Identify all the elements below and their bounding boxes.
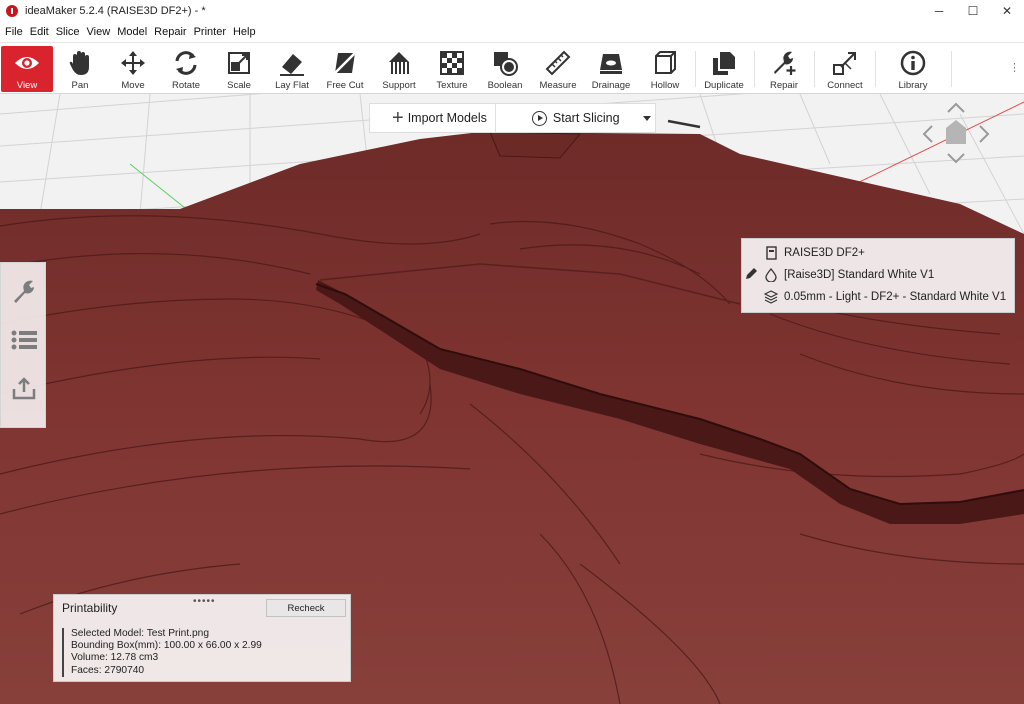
- model-list-button[interactable]: [9, 325, 39, 355]
- close-button[interactable]: ✕: [990, 0, 1024, 22]
- wrench-icon: [14, 280, 34, 303]
- hand-icon: [67, 50, 93, 76]
- profile-name: 0.05mm - Light - DF2+ - Standard White V…: [784, 291, 1007, 303]
- lay-flat-icon: [279, 50, 305, 76]
- volume-text: Volume: 12.78 cm3: [71, 652, 159, 664]
- printer-name: RAISE3D DF2+: [784, 247, 865, 259]
- layers-icon: [764, 290, 778, 304]
- menu-repair[interactable]: Repair: [154, 26, 186, 38]
- wrench-plus-icon: [771, 50, 797, 76]
- measure-tool-button[interactable]: Measure: [532, 46, 584, 92]
- menu-help[interactable]: Help: [233, 26, 256, 38]
- printer-icon: [764, 246, 778, 260]
- list-icon: [11, 330, 37, 350]
- plus-icon: +: [392, 107, 404, 129]
- toolbar-overflow-icon[interactable]: ⋮: [1009, 61, 1020, 74]
- menu-file[interactable]: File: [5, 26, 23, 38]
- printability-title: Printability: [62, 601, 118, 615]
- settings-wrench-button[interactable]: [9, 277, 39, 307]
- move-arrows-icon: [120, 50, 146, 76]
- view-down-icon[interactable]: [947, 153, 965, 164]
- edit-pencil-icon[interactable]: [744, 267, 758, 284]
- eye-icon: [14, 50, 40, 76]
- pan-tool-button[interactable]: Pan: [54, 46, 106, 92]
- minimize-button[interactable]: ─: [922, 0, 956, 22]
- boolean-icon: [492, 50, 518, 76]
- rotate-tool-button[interactable]: Rotate: [160, 46, 212, 92]
- play-circle-icon: [531, 110, 547, 126]
- free-cut-tool-button[interactable]: Free Cut: [319, 46, 371, 92]
- profile-row[interactable]: 0.05mm - Light - DF2+ - Standard White V…: [764, 290, 1006, 304]
- library-tool-button[interactable]: Library: [887, 46, 939, 92]
- slicing-dropdown-icon[interactable]: [643, 116, 651, 121]
- view-left-icon[interactable]: [922, 125, 933, 143]
- hollow-icon: [652, 50, 678, 76]
- bounding-box-text: Bounding Box(mm): 100.00 x 66.00 x 2.99: [71, 640, 262, 652]
- scale-tool-button[interactable]: Scale: [213, 46, 265, 92]
- window-title: ideaMaker 5.2.4 (RAISE3D DF2+) - *: [25, 5, 206, 17]
- printer-row[interactable]: RAISE3D DF2+: [764, 246, 865, 260]
- 3d-viewport[interactable]: + Import Models Start Slicing RAISE3D DF…: [0, 94, 1024, 704]
- move-tool-button[interactable]: Move: [107, 46, 159, 92]
- side-panel: [0, 262, 46, 428]
- maximize-button[interactable]: ☐: [956, 0, 990, 22]
- hollow-tool-button[interactable]: Hollow: [639, 46, 691, 92]
- connect-tool-button[interactable]: Connect: [819, 46, 871, 92]
- info-icon: [900, 50, 926, 76]
- toolbar: View Pan Move Rotate Scale Lay Flat Free…: [0, 42, 1024, 94]
- menu-edit[interactable]: Edit: [30, 26, 49, 38]
- menu-bar: File Edit Slice View Model Repair Printe…: [0, 22, 1024, 42]
- free-cut-icon: [332, 50, 358, 76]
- printer-info-panel: RAISE3D DF2+ [Raise3D] Standard White V1…: [741, 238, 1015, 313]
- menu-view[interactable]: View: [87, 26, 111, 38]
- support-icon: [386, 50, 412, 76]
- slice-bar: + Import Models Start Slicing: [369, 103, 656, 133]
- drainage-icon: [598, 50, 624, 76]
- import-models-button[interactable]: + Import Models: [370, 104, 487, 132]
- lay-flat-tool-button[interactable]: Lay Flat: [266, 46, 318, 92]
- menu-model[interactable]: Model: [117, 26, 147, 38]
- recheck-button[interactable]: Recheck: [266, 599, 346, 617]
- menu-printer[interactable]: Printer: [194, 26, 226, 38]
- view-up-icon[interactable]: [947, 102, 965, 113]
- connect-icon: [832, 50, 858, 76]
- view-tool-button[interactable]: View: [1, 46, 53, 92]
- texture-tool-button[interactable]: Texture: [426, 46, 478, 92]
- drainage-tool-button[interactable]: Drainage: [585, 46, 637, 92]
- view-navigation-cube: [918, 98, 994, 168]
- model-info: Selected Model: Test Print.png Bounding …: [62, 628, 262, 677]
- menu-slice[interactable]: Slice: [56, 26, 80, 38]
- export-button[interactable]: [9, 373, 39, 403]
- duplicate-icon: [711, 50, 737, 76]
- view-right-icon[interactable]: [979, 125, 990, 143]
- ruler-icon: [545, 50, 571, 76]
- printability-panel: ••••• Printability Recheck Selected Mode…: [53, 594, 351, 682]
- upload-icon: [12, 377, 36, 400]
- selected-model-text: Selected Model: Test Print.png: [71, 628, 209, 639]
- drag-handle-icon[interactable]: •••••: [193, 596, 216, 607]
- home-view-icon[interactable]: [946, 120, 966, 144]
- duplicate-tool-button[interactable]: Duplicate: [698, 46, 750, 92]
- material-name: [Raise3D] Standard White V1: [784, 269, 935, 281]
- material-row[interactable]: [Raise3D] Standard White V1: [764, 268, 934, 282]
- repair-tool-button[interactable]: Repair: [758, 46, 810, 92]
- scale-icon: [226, 50, 252, 76]
- app-logo-icon: [6, 5, 18, 17]
- faces-text: Faces: 2790740: [71, 664, 145, 676]
- boolean-tool-button[interactable]: Boolean: [479, 46, 531, 92]
- support-tool-button[interactable]: Support: [373, 46, 425, 92]
- rotate-icon: [173, 50, 199, 76]
- title-bar: ideaMaker 5.2.4 (RAISE3D DF2+) - * ─ ☐ ✕: [0, 0, 1024, 22]
- start-slicing-button[interactable]: Start Slicing: [496, 104, 620, 132]
- filament-drop-icon: [764, 268, 778, 282]
- texture-icon: [439, 50, 465, 76]
